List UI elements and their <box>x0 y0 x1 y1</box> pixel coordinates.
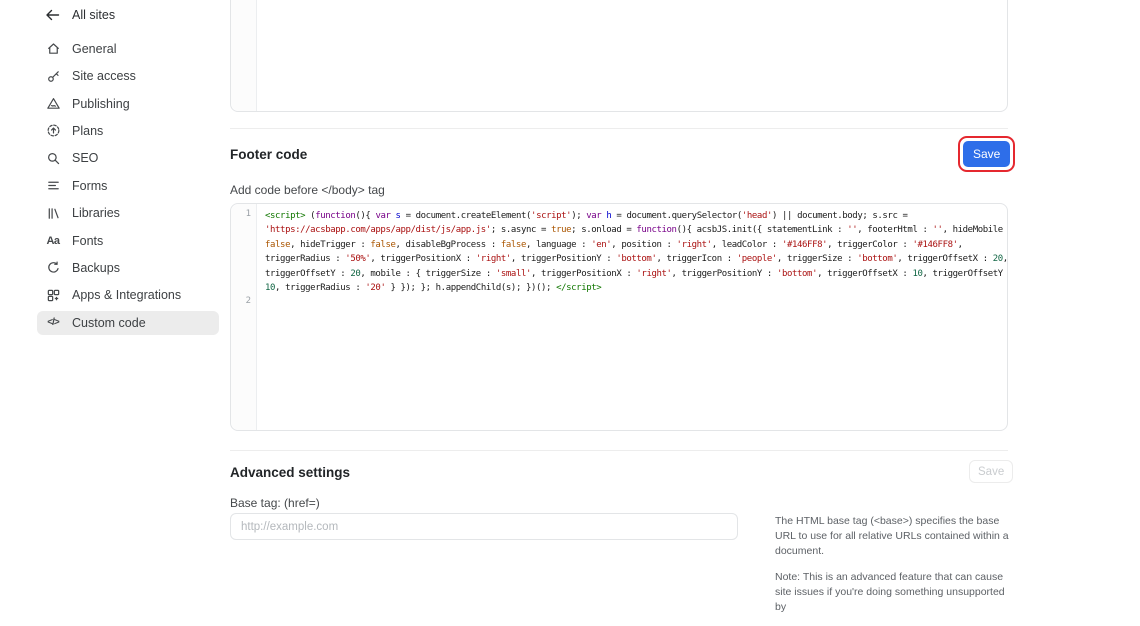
sidebar-item-seo[interactable]: SEO <box>37 146 219 170</box>
sidebar-item-forms[interactable]: Forms <box>37 174 219 198</box>
sidebar-item-label: SEO <box>72 151 98 165</box>
sidebar-back-label: All sites <box>72 8 115 22</box>
home-icon <box>45 41 61 57</box>
sidebar-back-all-sites[interactable]: All sites <box>37 3 219 27</box>
sidebar-item-label: Custom code <box>72 316 146 330</box>
sidebar-item-general[interactable]: General <box>37 37 219 61</box>
footer-code-gutter: 1 2 <box>231 204 257 430</box>
settings-sidebar: All sites General Site access Publishing Pl… <box>0 0 228 575</box>
line-number: 1 <box>246 209 251 219</box>
save-button-annotation: Save <box>958 136 1015 172</box>
advanced-settings-title: Advanced settings <box>230 465 350 480</box>
code-line: 'https://acsbapp.com/apps/app/dist/js/ap… <box>265 223 999 237</box>
base-tag-input[interactable] <box>230 513 738 540</box>
apps-icon <box>45 287 61 303</box>
footer-code-title: Footer code <box>230 147 307 162</box>
code-line: 10, triggerRadius : '20' } }); }; h.appe… <box>265 281 999 295</box>
arrow-left-icon <box>45 7 61 23</box>
plans-icon <box>45 123 61 139</box>
sidebar-item-label: General <box>72 42 116 56</box>
backups-icon <box>45 260 61 276</box>
footer-code-editor[interactable]: 1 2 <script> (function(){ var s = docume… <box>230 203 1008 431</box>
libraries-icon <box>45 205 61 221</box>
header-code-editor[interactable] <box>230 0 1008 112</box>
fonts-icon: Aa <box>45 233 61 249</box>
sidebar-item-libraries[interactable]: Libraries <box>37 201 219 225</box>
header-code-gutter <box>231 0 257 111</box>
base-tag-help-note: Note: This is an advanced feature that c… <box>775 570 1009 615</box>
sidebar-item-label: Site access <box>72 69 136 83</box>
sidebar-item-fonts[interactable]: Aa Fonts <box>37 229 219 253</box>
line-number: 2 <box>246 296 251 306</box>
sidebar-item-label: Publishing <box>72 97 130 111</box>
base-tag-help: The HTML base tag (<base>) specifies the… <box>775 514 1009 626</box>
section-divider <box>230 128 1008 129</box>
forms-icon <box>45 178 61 194</box>
code-icon: </> <box>45 315 61 331</box>
sidebar-item-site-access[interactable]: Site access <box>37 64 219 88</box>
footer-code-save-button[interactable]: Save <box>963 141 1010 167</box>
sidebar-item-plans[interactable]: Plans <box>37 119 219 143</box>
sidebar-item-label: Fonts <box>72 234 103 248</box>
section-divider <box>230 450 1008 451</box>
sidebar-item-label: Forms <box>72 179 107 193</box>
sidebar-item-backups[interactable]: Backups <box>37 256 219 280</box>
search-icon <box>45 150 61 166</box>
code-line: triggerOffsetY : 20, mobile : { triggerS… <box>265 267 999 281</box>
sidebar-item-label: Libraries <box>72 206 120 220</box>
base-tag-label: Base tag: (href=) <box>230 496 320 510</box>
code-line: triggerRadius : '50%', triggerPositionX … <box>265 252 999 266</box>
sidebar-item-label: Plans <box>72 124 103 138</box>
sidebar-item-apps-integrations[interactable]: Apps & Integrations <box>37 283 219 307</box>
sidebar-item-label: Backups <box>72 261 120 275</box>
publish-icon <box>45 96 61 112</box>
base-tag-help-primary: The HTML base tag (<base>) specifies the… <box>775 514 1009 559</box>
footer-code-content[interactable]: <script> (function(){ var s = document.c… <box>257 204 1007 430</box>
sidebar-item-label: Apps & Integrations <box>72 288 181 302</box>
footer-code-hint: Add code before </body> tag <box>230 183 385 197</box>
advanced-settings-save-button[interactable]: Save <box>969 460 1013 483</box>
sidebar-item-custom-code[interactable]: </> Custom code <box>37 311 219 335</box>
sidebar-item-publishing[interactable]: Publishing <box>37 92 219 116</box>
code-line: <script> (function(){ var s = document.c… <box>265 209 999 223</box>
code-line: false, hideTrigger : false, disableBgPro… <box>265 238 999 252</box>
key-icon <box>45 68 61 84</box>
